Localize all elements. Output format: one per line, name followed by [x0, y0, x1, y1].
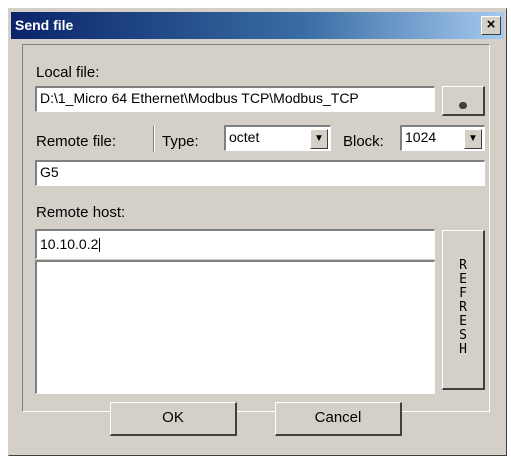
text-cursor — [99, 238, 101, 253]
remote-file-label: Remote file: — [36, 133, 117, 150]
block-label: Block: — [343, 133, 384, 150]
type-label: Type: — [162, 133, 199, 150]
local-file-input[interactable]: D:\1_Micro 64 Ethernet\Modbus TCP\Modbus… — [35, 86, 435, 112]
block-select[interactable]: 1024 ▼ — [400, 125, 485, 151]
local-file-label: Local file: — [36, 64, 100, 81]
refresh-letter: E — [459, 272, 467, 287]
remote-host-label: Remote host: — [36, 204, 126, 221]
dialog-title: Send file — [15, 17, 74, 33]
separator — [153, 126, 155, 152]
remote-host-list[interactable] — [35, 260, 435, 394]
refresh-letter: R — [459, 258, 467, 273]
type-dropdown-arrow[interactable]: ▼ — [310, 129, 328, 149]
refresh-letter: E — [459, 314, 467, 329]
remote-host-input[interactable]: 10.10.0.2 — [35, 229, 435, 259]
refresh-letter: H — [459, 342, 467, 357]
refresh-letter: R — [459, 300, 467, 315]
refresh-button[interactable]: REFRESH — [442, 230, 485, 390]
type-value: octet — [229, 129, 260, 145]
title-bar[interactable]: Send file × — [11, 12, 504, 39]
close-button[interactable]: × — [481, 16, 501, 35]
type-select[interactable]: octet ▼ — [224, 125, 331, 151]
remote-host-value: 10.10.0.2 — [40, 236, 99, 252]
refresh-letter: F — [459, 286, 467, 301]
browse-button[interactable] — [442, 86, 485, 116]
block-dropdown-arrow[interactable]: ▼ — [464, 129, 482, 149]
browse-icon — [459, 102, 467, 109]
refresh-letter: S — [459, 328, 467, 343]
ok-button[interactable]: OK — [110, 402, 237, 436]
close-icon: × — [486, 16, 496, 33]
remote-file-input[interactable]: G5 — [35, 160, 485, 186]
refresh-label: REFRESH — [443, 259, 483, 357]
block-value: 1024 — [405, 129, 437, 145]
cancel-button[interactable]: Cancel — [275, 402, 402, 436]
